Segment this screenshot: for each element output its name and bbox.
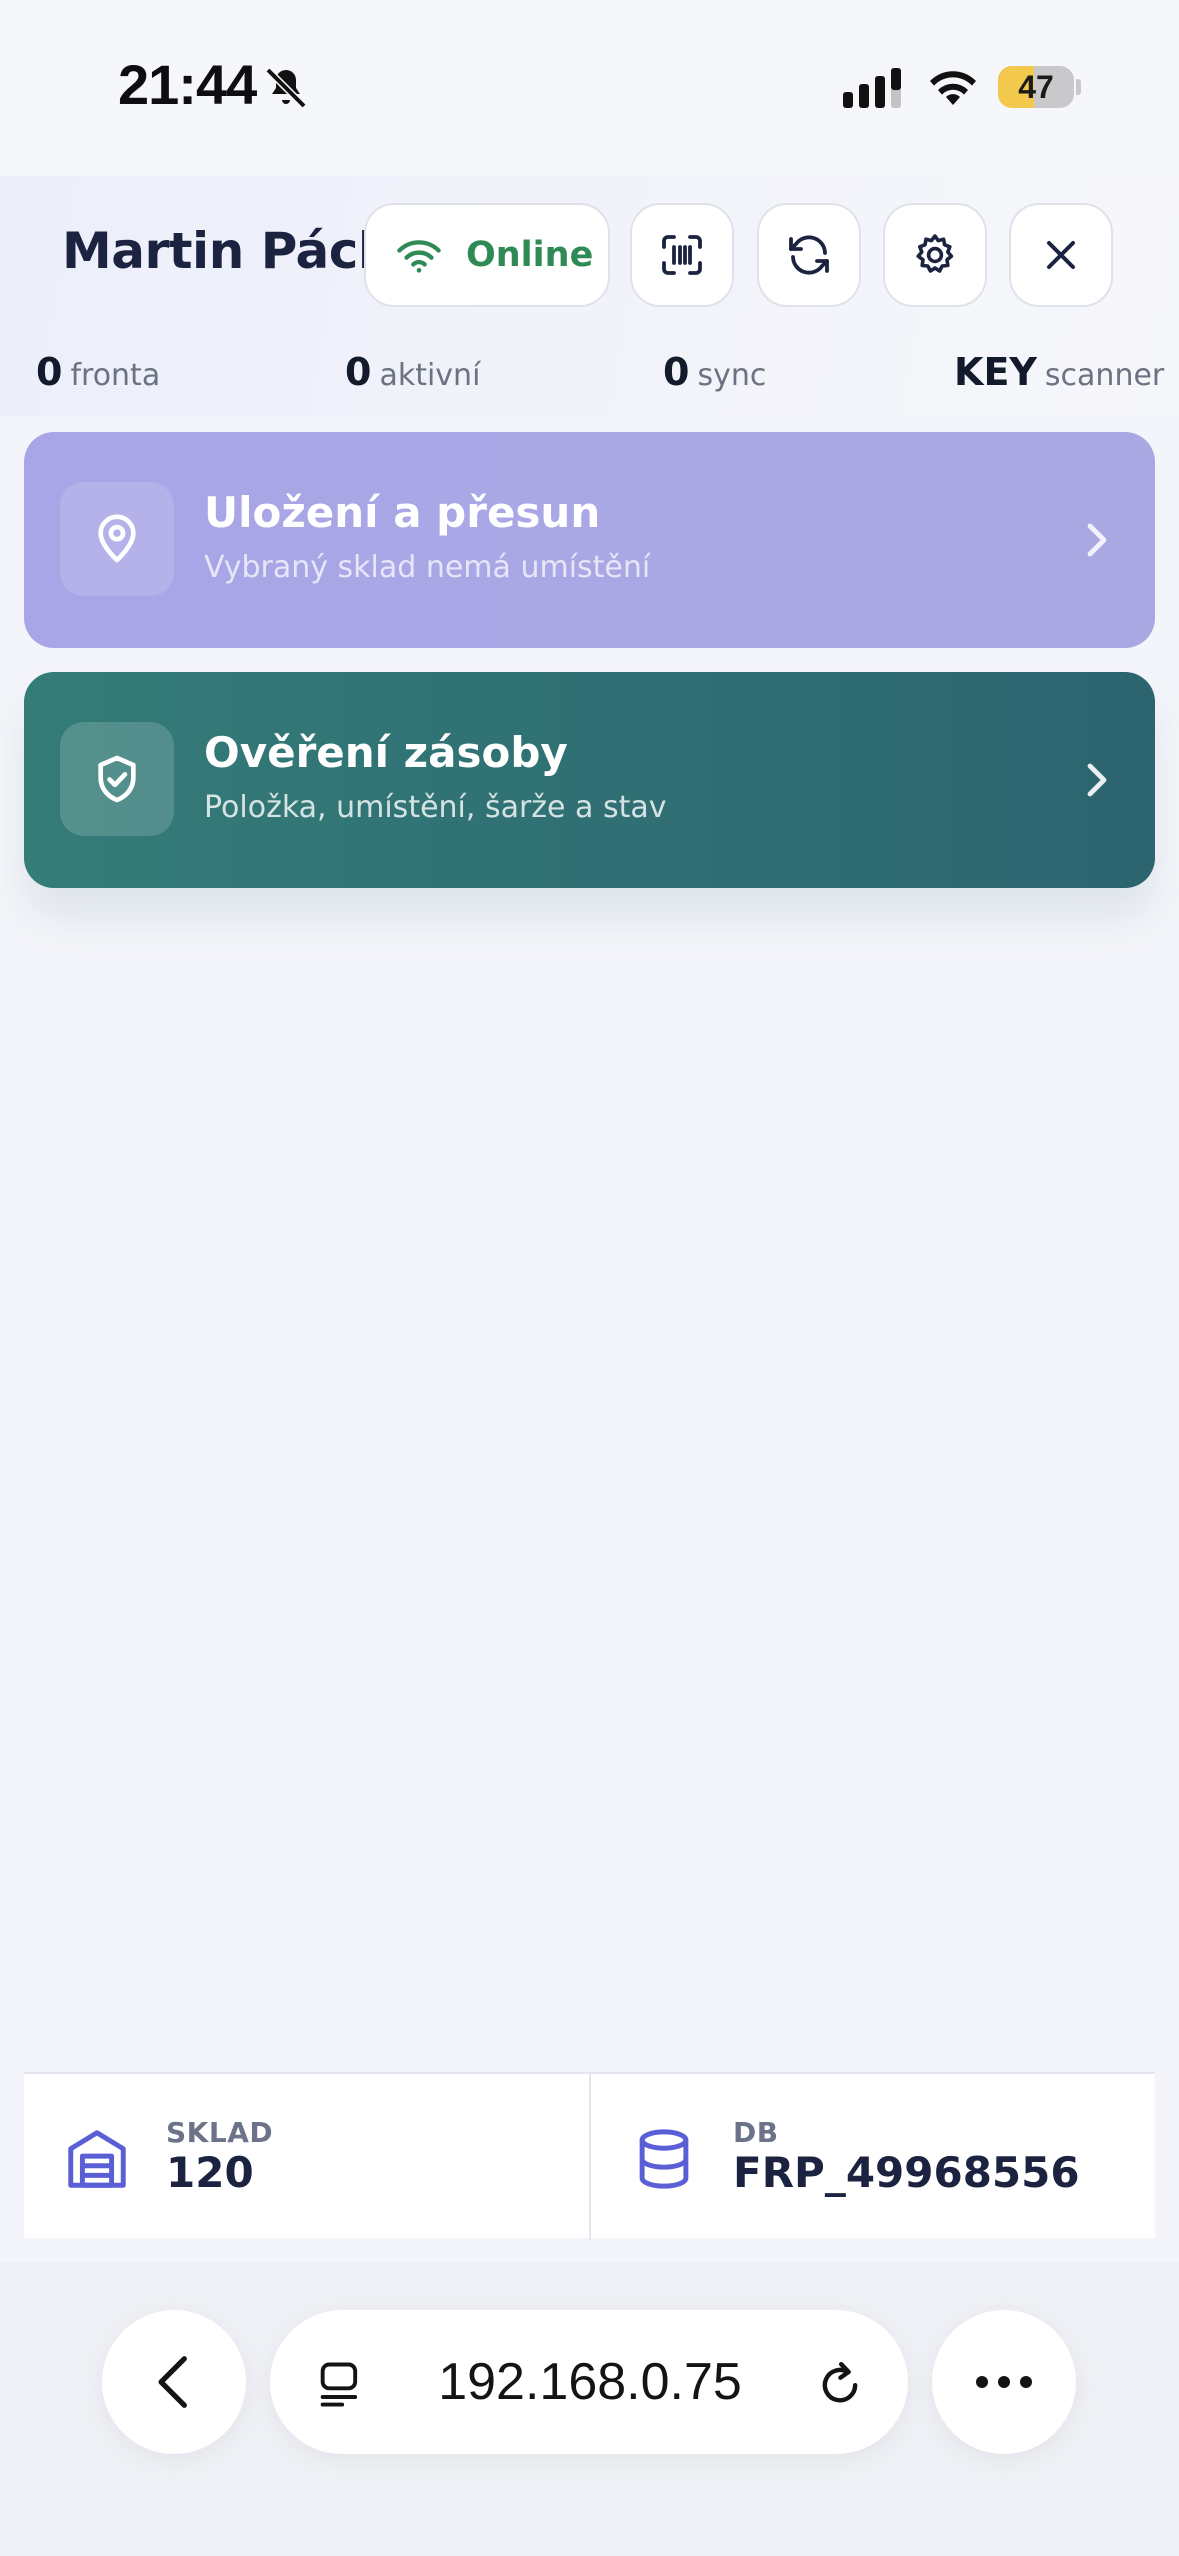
close-button[interactable] [1009,203,1113,307]
database-value: FRP_49968556 [733,2148,1080,2197]
close-icon [1047,241,1075,269]
chevron-right-icon [1087,763,1107,797]
stat-active-value: 0 [345,350,372,394]
battery-icon: 47 [998,66,1074,108]
info-bar: SKLAD 120 DB FRP_49968556 [24,2072,1155,2240]
stock-verification-card[interactable]: Ověření zásoby Položka, umístění, šarže … [24,672,1155,888]
status-bar: 21:44 47 [0,0,1179,176]
stat-sync-value: 0 [663,350,690,394]
address-bar[interactable]: 192.168.0.75 [270,2310,908,2454]
stat-input-mode-label: scanner [1044,358,1165,393]
warehouse-value: 120 [166,2148,254,2197]
card-icon-box [60,722,174,836]
settings-button[interactable] [883,203,987,307]
bell-slash-icon [265,67,307,109]
chevron-right-icon [1087,523,1107,557]
connection-status-label: Online [466,235,594,275]
back-button[interactable] [102,2310,246,2454]
stat-active-label: aktivní [379,358,481,393]
battery-cap [1076,79,1081,95]
reload-icon[interactable] [812,2356,868,2412]
warehouse-icon [68,2130,126,2188]
back-chevron-icon [158,2356,187,2408]
stat-sync-label: sync [697,358,767,393]
sync-icon [789,235,829,275]
stat-queue-label: fronta [70,358,161,393]
shield-check-icon [98,755,136,803]
battery-percent: 47 [1018,68,1054,105]
url-text: 192.168.0.75 [438,2353,742,2411]
stat-queue-value: 0 [36,350,63,394]
card-subtitle: Vybraný sklad nemá umístění [204,550,651,585]
cellular-signal-icon [843,68,901,108]
connection-status-button[interactable]: Online [364,203,610,307]
card-title: Uložení a přesun [204,488,601,537]
warehouse-info: SKLAD 120 [24,2074,589,2240]
scan-button[interactable] [630,203,734,307]
card-icon-box [60,482,174,596]
wifi-icon [397,240,441,273]
more-button[interactable] [932,2310,1076,2454]
sync-button[interactable] [757,203,861,307]
database-info: DB FRP_49968556 [591,2074,1155,2240]
barcode-scan-icon [662,235,702,275]
more-icon [976,2376,1032,2388]
warehouse-label: SKLAD [166,2116,274,2149]
card-title: Ověření zásoby [204,728,568,777]
stat-input-mode: KEY scanner [954,350,1164,394]
database-label: DB [733,2116,779,2149]
stats-row: 0 fronta 0 aktivní 0 sync KEY scanner [0,350,1179,400]
tabs-icon [320,2362,358,2407]
stat-queue: 0 fronta [36,350,160,394]
settings-gear-icon [916,234,954,273]
status-time: 21:44 [118,53,257,116]
stat-input-mode-value: KEY [954,350,1037,394]
database-icon [639,2129,689,2189]
wifi-icon [930,71,976,105]
stat-sync: 0 sync [663,350,766,394]
putaway-move-card[interactable]: Uložení a přesun Vybraný sklad nemá umís… [24,432,1155,648]
location-pin-icon [98,514,136,563]
card-subtitle: Položka, umístění, šarže a stav [204,790,667,825]
stat-active: 0 aktivní [345,350,480,394]
user-name: Martin Pácl [62,222,375,280]
